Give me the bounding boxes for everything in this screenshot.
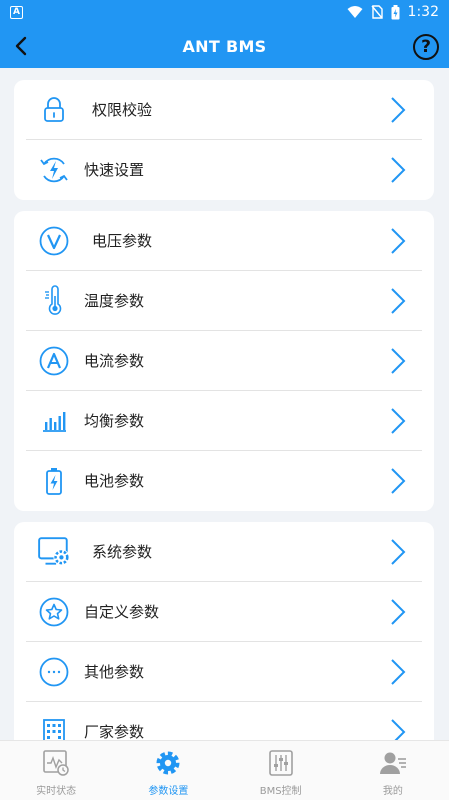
chevron-right-icon: [391, 468, 406, 494]
list-item-label: 电压参数: [92, 232, 153, 250]
list-item-balance-params[interactable]: 均衡参数: [14, 391, 434, 451]
list-item-label: 其他参数: [84, 663, 145, 681]
list-item-label: 温度参数: [84, 292, 145, 310]
quick-settings-icon: [40, 157, 68, 183]
list-item-label: 电流参数: [84, 352, 145, 370]
lock-icon: [44, 97, 64, 122]
profile-icon: [379, 752, 406, 774]
balance-icon: [43, 412, 66, 432]
battery-icon: [46, 468, 62, 495]
chevron-right-icon: [391, 599, 406, 625]
list-item-label: 均衡参数: [84, 412, 145, 430]
settings-card-parameters: 电压参数 温度参数 电流参数 均衡参数 电池参数: [14, 211, 434, 511]
app-notification-icon: A: [10, 5, 23, 19]
list-item-current-params[interactable]: 电流参数: [14, 331, 434, 391]
chevron-right-icon: [391, 228, 406, 254]
tab-realtime-status[interactable]: 实时状态: [0, 741, 112, 800]
chevron-right-icon: [391, 539, 406, 565]
more-icon: [39, 657, 69, 687]
current-icon: [39, 346, 69, 376]
list-item-custom-params[interactable]: 自定义参数: [14, 582, 434, 642]
chevron-right-icon: [391, 348, 406, 374]
custom-star-icon: [39, 597, 69, 627]
chevron-right-icon: [391, 659, 406, 685]
tab-profile[interactable]: 我的: [337, 741, 449, 800]
chevron-right-icon: [391, 157, 406, 183]
chevron-right-icon: [391, 408, 406, 434]
chevron-right-icon: [391, 288, 406, 314]
page-title: ANT BMS: [182, 36, 267, 56]
status-time: 1:32: [407, 4, 439, 20]
settings-card-access: 权限校验 快速设置: [14, 80, 434, 200]
tab-label: 我的: [382, 786, 403, 797]
status-bar: A 1:32: [0, 0, 449, 24]
tab-label: 参数设置: [148, 786, 189, 797]
list-item-quick-settings[interactable]: 快速设置: [14, 140, 434, 200]
list-item-temperature-params[interactable]: 温度参数: [14, 271, 434, 331]
tab-label: BMS控制: [259, 786, 302, 797]
no-sim-icon: [371, 5, 383, 19]
back-arrow-icon[interactable]: [10, 34, 34, 58]
wifi-icon: [347, 6, 363, 18]
list-item-battery-params[interactable]: 电池参数: [14, 451, 434, 511]
settings-card-system: 系统参数 自定义参数 其他参数 厂家参数: [14, 522, 434, 762]
list-item-label: 电池参数: [84, 472, 145, 490]
list-item-permission-check[interactable]: 权限校验: [14, 80, 434, 140]
list-item-voltage-params[interactable]: 电压参数: [14, 211, 434, 271]
list-item-other-params[interactable]: 其他参数: [14, 642, 434, 702]
list-item-system-params[interactable]: 系统参数: [14, 522, 434, 582]
chevron-right-icon: [391, 97, 406, 123]
list-item-label: 自定义参数: [84, 603, 160, 621]
app-header: A 1:32 ANT BMS ?: [0, 0, 449, 68]
voltage-icon: [39, 226, 69, 256]
tab-parameter-settings[interactable]: 参数设置: [112, 741, 224, 800]
bottom-tab-bar: 实时状态 参数设置 BMS控制 我的: [0, 740, 449, 800]
tab-label: 实时状态: [36, 786, 77, 797]
list-item-label: 权限校验: [92, 101, 153, 119]
settings-gear-icon: [156, 751, 180, 775]
bms-control-icon: [268, 750, 293, 776]
realtime-status-icon: [43, 750, 69, 776]
list-item-label: 快速设置: [84, 161, 145, 179]
battery-status-icon: [391, 4, 400, 19]
list-item-label: 系统参数: [92, 543, 153, 561]
thermometer-icon: [45, 285, 62, 315]
tab-bms-control[interactable]: BMS控制: [225, 741, 337, 800]
title-bar: ANT BMS ?: [0, 24, 449, 68]
help-button[interactable]: ?: [413, 34, 439, 60]
system-icon: [38, 537, 70, 566]
